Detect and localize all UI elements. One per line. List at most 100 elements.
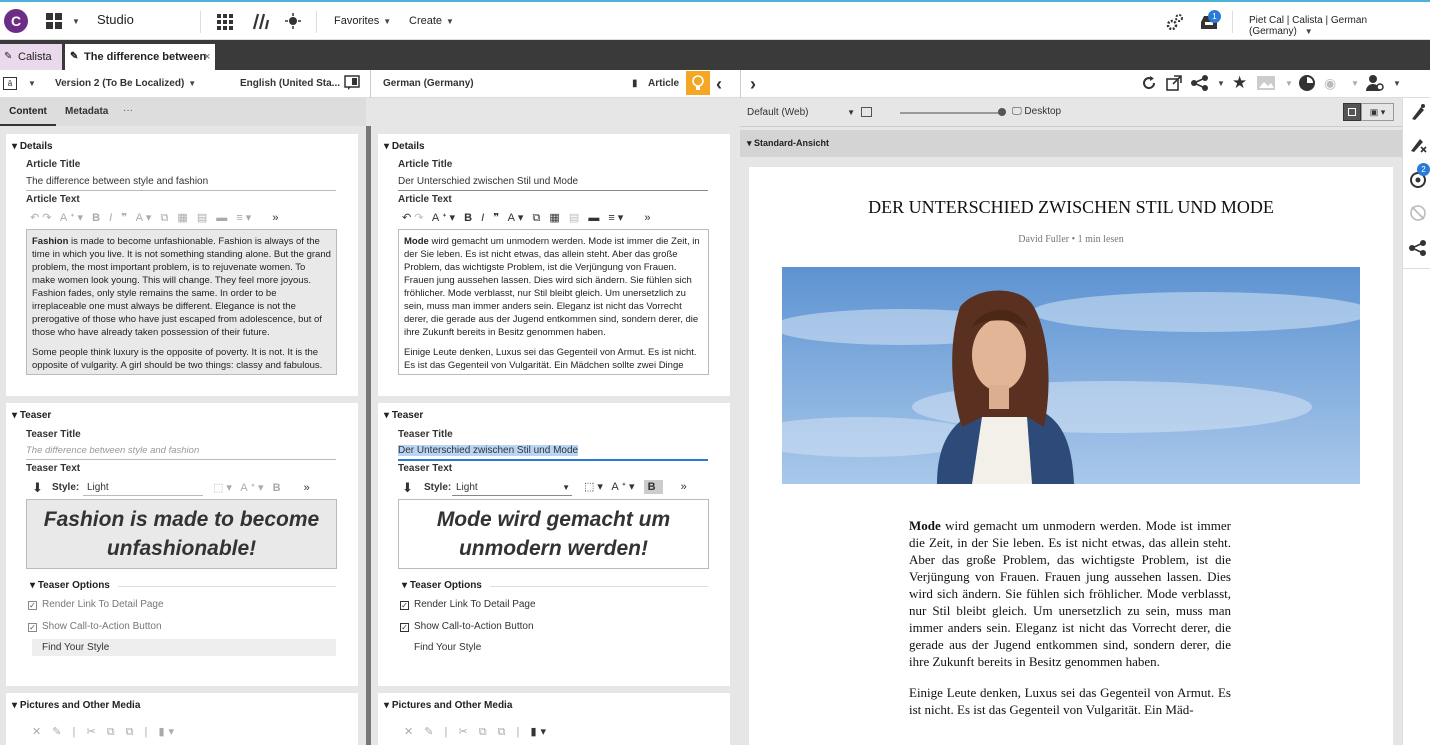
user-settings-icon[interactable] [1366,74,1384,95]
media-header[interactable]: ▾ Pictures and Other Media [384,700,512,711]
network-disabled-icon[interactable] [1409,204,1427,225]
paragraph: Mode wird gemacht um unmodern werden. Mo… [404,235,703,339]
selected-text: Der Unterschied zwischen Stil und Mode [398,445,579,456]
tab-calista[interactable]: ✎ Calista [0,44,62,70]
layout-select[interactable]: ▣ ▾ [1361,103,1394,121]
section-title: Teaser [19,410,52,421]
share-icon[interactable] [1409,240,1427,259]
translate-icon[interactable]: ā [3,77,17,90]
teaser-options-header[interactable]: ▾ Teaser Options [402,580,482,591]
section-label: Standard-Ansicht [754,138,830,148]
star-icon[interactable]: ★ [1232,73,1247,93]
divider [740,70,741,98]
cta-text-field[interactable]: Find Your Style [32,639,336,656]
teaser-big-text: Fashion is made to become unfashionable! [43,508,320,560]
split-divider[interactable] [366,126,371,745]
details-header[interactable]: ▾ Details [384,141,425,152]
article-title-field[interactable]: Der Unterschied zwischen Stil und Mode [398,174,708,191]
source-locale: English (United Sta... [240,78,341,89]
collapse-left-icon[interactable]: ‹ [716,74,722,95]
article-text-editor[interactable]: Fashion is made to become unfashionable.… [26,229,337,375]
compare-icon[interactable] [344,75,360,94]
tab-article[interactable]: ✎ The difference between ... × [65,44,215,89]
style-select[interactable]: Light ▼ [452,480,572,496]
media-header[interactable]: ▾ Pictures and Other Media [12,700,140,711]
user-menu[interactable]: Piet Cal | Calista | German (Germany) ▼ [1249,15,1430,37]
frame-icon[interactable] [861,107,872,117]
chevron-down-icon[interactable]: ▼ [72,17,80,26]
teaser-title-field[interactable]: The difference between style and fashion [26,443,336,460]
chevron-down-icon[interactable]: ▼ [28,79,36,88]
teaser-header[interactable]: ▾ Teaser [384,410,423,421]
favorites-menu[interactable]: Favorites ▼ [334,15,391,27]
divider [370,70,371,98]
tab-content[interactable]: Content [0,98,56,126]
more-tabs[interactable]: ··· [123,98,133,126]
create-menu[interactable]: Create ▼ [409,15,454,27]
zoom-slider-handle[interactable] [998,108,1006,116]
teaser-toolbar[interactable]: ⬚▾ Aᐩ▾ B » [584,480,690,494]
reload-icon[interactable] [1141,75,1157,94]
paragraph: Einige Leute denken, Luxus sei das Gegen… [404,347,697,371]
teaser-title-field[interactable]: Der Unterschied zwischen Stil und Mode [398,443,708,461]
share-icon[interactable] [1191,75,1209,94]
cta-checkbox[interactable]: ✓ Show Call-to-Action Button [28,621,162,632]
edit-brush-icon[interactable] [1409,103,1427,124]
render-link-checkbox[interactable]: ✓ Render Link To Detail Page [400,599,536,610]
layout-toggle-active[interactable] [1343,103,1361,121]
device-select[interactable]: Default (Web) ▼ [747,107,855,118]
article-title-label: Article Title [398,159,453,170]
zoom-slider-track[interactable] [900,112,1000,114]
pencil-icon: ✎ [70,51,79,62]
paragraph: Fashion is made to become unfashionable.… [32,235,331,339]
arrow-down-icon[interactable]: ⬇ [32,480,43,496]
view-label: Desktop [1024,106,1062,117]
eye-icon[interactable]: ◉ [1324,75,1336,92]
chevron-down-icon: ▼ [1304,27,1313,36]
section-toggle[interactable]: ▾ Standard-Ansicht [747,138,829,149]
expand-right-icon[interactable]: › [750,74,756,95]
cta-checkbox[interactable]: ✓ Show Call-to-Action Button [400,621,534,632]
divider [118,586,336,587]
tab-metadata[interactable]: Metadata [65,98,108,126]
apps-icon[interactable] [217,14,233,33]
image-icon[interactable] [1257,76,1275,93]
cta-text-field[interactable]: Find Your Style [404,639,708,656]
desktop-indicator[interactable]: 🖵 Desktop [1012,106,1061,117]
teaser-header[interactable]: ▾ Teaser [12,410,51,421]
article-text-editor[interactable]: Mode wird gemacht um unmodern werden. Mo… [398,229,709,375]
external-link-icon[interactable] [1166,75,1182,94]
chevron-down-icon[interactable]: ▼ [1217,79,1225,88]
target-icon[interactable] [285,13,301,32]
chevron-down-icon[interactable]: ▼ [1351,79,1359,88]
style-label: Style: [424,482,452,493]
arrow-down-icon[interactable]: ⬇ [402,480,413,496]
paragraph: Mode wird gemacht um unmodern werden. Mo… [909,517,1231,670]
media-toolbar-disabled: ✕ ✎ | ✂ ⧉ ⧉ | ▮▾ [32,726,179,738]
chevron-down-icon[interactable]: ▼ [1285,79,1293,88]
bold-text: Fashion [32,236,69,247]
richtext-toolbar[interactable]: ↶↷ Aᐩ▾ B I ❞ A▾ ⧉ ▦ ▤ ▬ ≡▾ » [402,211,712,225]
preview-toolbar: Default (Web) ▼ 🖵 Desktop ▣ ▾ [740,98,1402,127]
teaser-toolbar-disabled: ⬚▾ Aᐩ▾ B » [213,482,313,494]
teaser-options-header[interactable]: ▾ Teaser Options [30,580,110,591]
app-logo[interactable]: C [4,9,28,33]
library-icon[interactable] [251,12,270,33]
chevron-down-icon[interactable]: ▼ [1393,79,1401,88]
app-grid-icon[interactable] [46,13,62,32]
article-title-field[interactable]: The difference between style and fashion [26,174,336,191]
version-select[interactable]: Version 2 (To Be Localized) ▼ [55,78,196,89]
brush-x-icon[interactable] [1409,135,1427,156]
target-media-card: ▾ Pictures and Other Media ✕ ✎ | ✂ ⧉ ⧉ |… [378,693,730,745]
lightbulb-button[interactable] [686,71,710,95]
style-select[interactable]: Light [83,480,203,496]
render-link-checkbox[interactable]: ✓ Render Link To Detail Page [28,599,164,610]
device-label: Default (Web) [747,107,809,118]
teaser-text-editor[interactable]: Fashion is made to become unfashionable! [26,499,337,569]
divider [1232,11,1233,33]
close-icon[interactable]: × [204,44,210,70]
clock-icon[interactable] [1299,75,1315,94]
teaser-text-editor[interactable]: Mode wird gemacht um unmodern werden! [398,499,709,569]
gears-icon[interactable] [1166,13,1184,34]
details-header[interactable]: ▾ Details [12,141,53,152]
